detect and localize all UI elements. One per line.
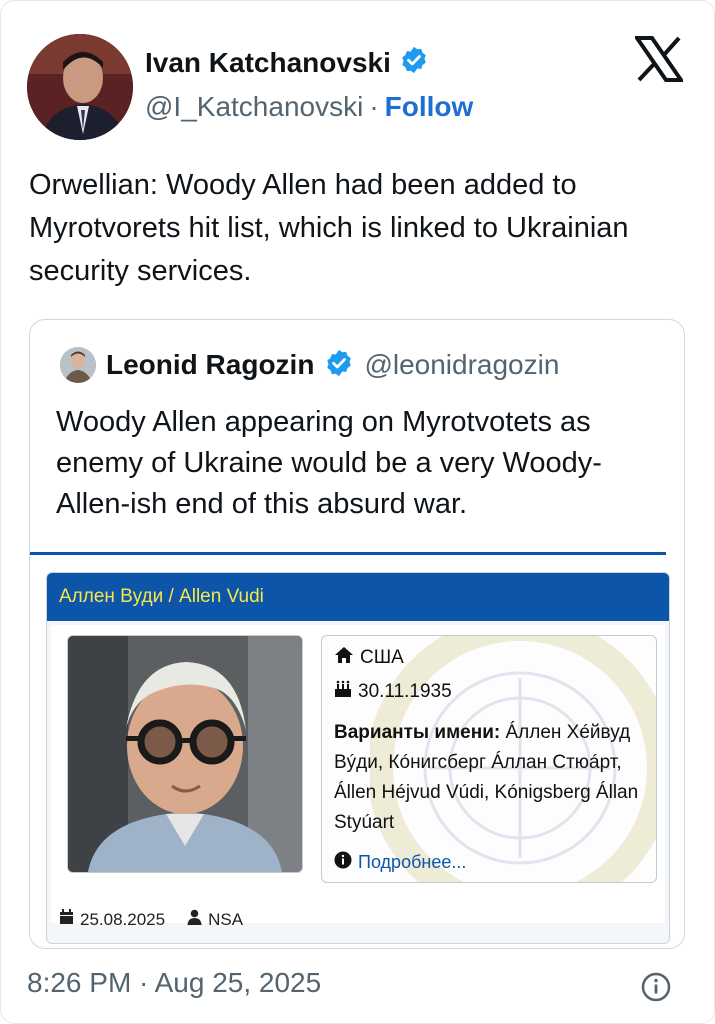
- country-value: США: [360, 647, 404, 668]
- myrotvorets-title: Аллен Вуди / Allen Vudi: [59, 586, 264, 607]
- myrotvorets-body: США 30.11.1935 Варианты имени: Áллен Хéй…: [51, 625, 665, 923]
- separator: ·: [369, 91, 379, 122]
- quote-author-avatar[interactable]: [60, 347, 96, 383]
- quote-header: Leonid Ragozin @leonidragozin: [60, 347, 559, 383]
- country-line: США: [334, 646, 404, 670]
- author-handle[interactable]: @I_Katchanovski: [145, 91, 363, 123]
- birth-date-value: 30.11.1935: [358, 681, 452, 702]
- quote-author-name[interactable]: Leonid Ragozin: [106, 349, 314, 381]
- date-added: 25.08.2025: [80, 909, 166, 929]
- author-avatar[interactable]: [27, 34, 133, 140]
- home-icon: [334, 646, 354, 670]
- tweet-card: Ivan Katchanovski @I_Katchanovski · Foll…: [0, 0, 715, 1024]
- user-icon: [187, 909, 202, 930]
- author-handle-row: @I_Katchanovski · Follow: [145, 91, 473, 123]
- calendar-icon: [59, 909, 74, 930]
- verified-badge-icon: [399, 45, 429, 80]
- x-logo-icon[interactable]: [633, 36, 685, 82]
- follow-button[interactable]: Follow: [385, 91, 474, 123]
- quote-verified-badge-icon: [324, 348, 354, 383]
- author-name-row: Ivan Katchanovski: [145, 45, 429, 80]
- more-label[interactable]: Подробнее...: [358, 852, 466, 873]
- profile-photo: [67, 635, 303, 873]
- info-circle-icon: [334, 851, 352, 874]
- myrotvorets-header: Аллен Вуди / Allen Vudi: [47, 573, 669, 621]
- birth-date-line: 30.11.1935: [334, 680, 452, 704]
- info-circle-icon[interactable]: [641, 972, 671, 1002]
- name-variants-label: Варианты имени:: [334, 722, 501, 743]
- added-by: NSA: [208, 909, 244, 929]
- author-name[interactable]: Ivan Katchanovski: [145, 47, 391, 79]
- name-variants: Варианты имени: Áллен Хéйвуд Вýди, Кóниг…: [334, 718, 650, 838]
- quoted-tweet[interactable]: Leonid Ragozin @leonidragozin Woody Alle…: [29, 319, 685, 949]
- quote-author-handle[interactable]: @leonidragozin: [364, 349, 559, 381]
- myrotvorets-footer: 25.08.2025 NSA: [59, 909, 243, 930]
- tweet-text: Orwellian: Woody Allen had been added to…: [29, 169, 629, 287]
- quote-text: Woody Allen appearing on Myrotvotets as …: [56, 406, 602, 520]
- tweet-timestamp[interactable]: 8:26 PM · Aug 25, 2025: [27, 967, 321, 999]
- more-link[interactable]: Подробнее...: [334, 851, 466, 874]
- birthday-cake-icon: [334, 680, 352, 704]
- profile-info-box: США 30.11.1935 Варианты имени: Áллен Хéй…: [321, 635, 657, 883]
- myrotvorets-screenshot[interactable]: Аллен Вуди / Allen Vudi США 30.11.1935 В…: [46, 572, 670, 944]
- quote-divider: [30, 552, 666, 555]
